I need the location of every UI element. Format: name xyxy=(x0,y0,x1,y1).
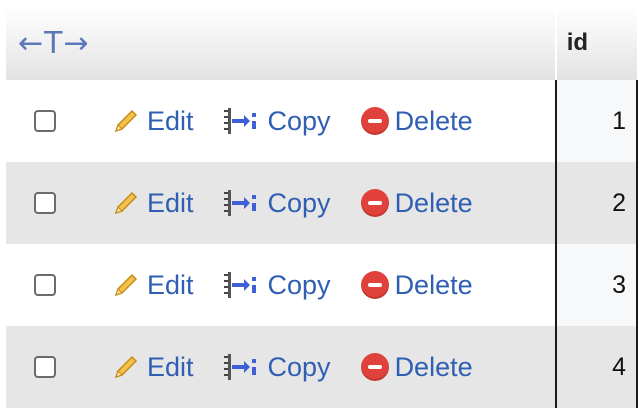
column-toggle-arrows[interactable]: ←T→ xyxy=(6,6,556,80)
copy-label: Copy xyxy=(267,105,331,136)
row-checkbox[interactable] xyxy=(34,110,56,132)
copy-button[interactable]: Copy xyxy=(222,352,331,383)
row-actions-cell: Edit Copy Delete xyxy=(6,244,556,326)
row-actions-cell: Edit Copy Delete xyxy=(6,162,556,244)
row-actions-cell: Edit Copy Delete xyxy=(6,326,556,408)
delete-circle-icon xyxy=(360,353,389,381)
delete-circle-icon xyxy=(360,189,389,217)
copy-insert-icon xyxy=(223,108,256,134)
row-checkbox[interactable] xyxy=(34,274,56,296)
pencil-icon xyxy=(114,273,138,297)
edit-label: Edit xyxy=(147,187,194,218)
edit-button[interactable]: Edit xyxy=(111,270,194,301)
row-id-cell: 3 xyxy=(554,244,638,326)
edit-button[interactable]: Edit xyxy=(111,188,194,219)
column-header-id[interactable]: id xyxy=(554,6,637,80)
copy-insert-icon xyxy=(223,354,256,380)
delete-circle-icon xyxy=(360,107,389,135)
pencil-icon xyxy=(114,109,138,133)
results-table: ←T→ id Edit Copy Delete 1 Edit Copy Dele… xyxy=(6,6,638,408)
table-row: Edit Copy xyxy=(6,326,638,408)
copy-button[interactable]: Copy xyxy=(222,106,331,137)
delete-button[interactable]: Delete xyxy=(360,187,473,219)
table-row: Edit Copy xyxy=(6,80,638,162)
copy-button[interactable]: Copy xyxy=(222,188,331,219)
row-id-cell: 4 xyxy=(554,326,638,408)
row-checkbox[interactable] xyxy=(34,192,56,214)
row-id-cell: 1 xyxy=(554,80,638,162)
edit-label: Edit xyxy=(147,269,194,300)
pencil-icon xyxy=(114,191,138,215)
table-header-row: ←T→ id xyxy=(6,6,637,80)
pencil-icon xyxy=(114,355,138,379)
copy-insert-icon xyxy=(223,190,256,216)
delete-button[interactable]: Delete xyxy=(360,105,473,137)
copy-label: Copy xyxy=(267,269,331,300)
table-row: Edit Copy xyxy=(6,244,638,326)
row-actions-cell: Edit Copy Delete xyxy=(6,80,556,162)
delete-label: Delete xyxy=(394,269,473,300)
edit-label: Edit xyxy=(147,351,194,382)
delete-label: Delete xyxy=(394,351,473,382)
delete-button[interactable]: Delete xyxy=(360,351,473,383)
delete-label: Delete xyxy=(394,105,473,136)
edit-label: Edit xyxy=(147,105,194,136)
copy-insert-icon xyxy=(223,272,256,298)
edit-button[interactable]: Edit xyxy=(111,352,194,383)
copy-label: Copy xyxy=(267,187,331,218)
row-checkbox[interactable] xyxy=(34,356,56,378)
edit-button[interactable]: Edit xyxy=(111,106,194,137)
delete-button[interactable]: Delete xyxy=(360,269,473,301)
row-id-cell: 2 xyxy=(554,162,638,244)
delete-label: Delete xyxy=(394,187,473,218)
copy-button[interactable]: Copy xyxy=(222,270,331,301)
delete-circle-icon xyxy=(360,271,389,299)
table-row: Edit Copy xyxy=(6,162,638,244)
results-table-view: ←T→ id Edit Copy Delete 1 Edit Copy Dele… xyxy=(0,0,638,408)
copy-label: Copy xyxy=(267,351,331,382)
